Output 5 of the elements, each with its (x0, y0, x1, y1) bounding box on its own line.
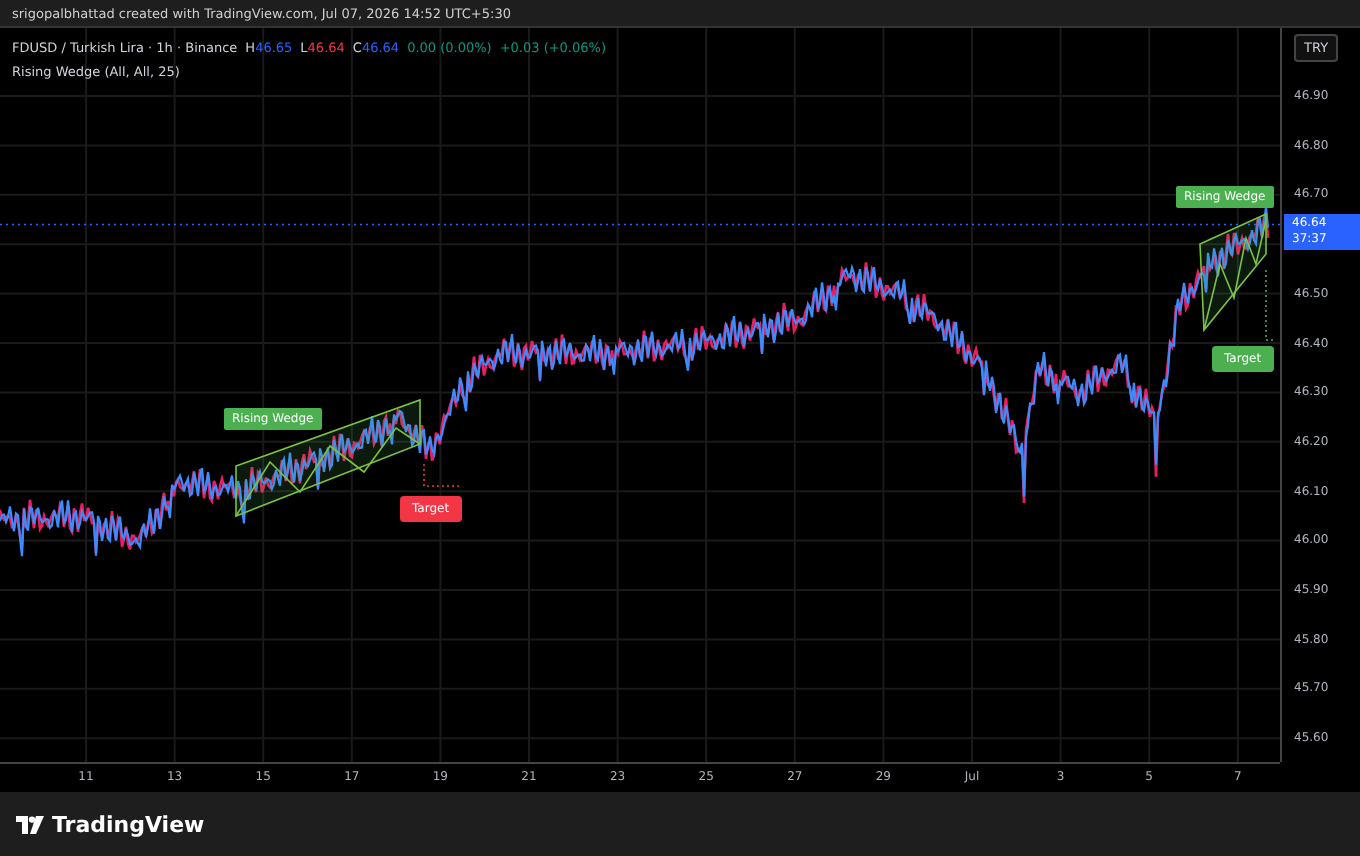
logo-text: TradingView (52, 811, 205, 837)
logo-icon (16, 815, 44, 833)
target-line (1265, 269, 1275, 341)
target-line (423, 463, 461, 487)
wedge-drawing (1199, 212, 1267, 333)
